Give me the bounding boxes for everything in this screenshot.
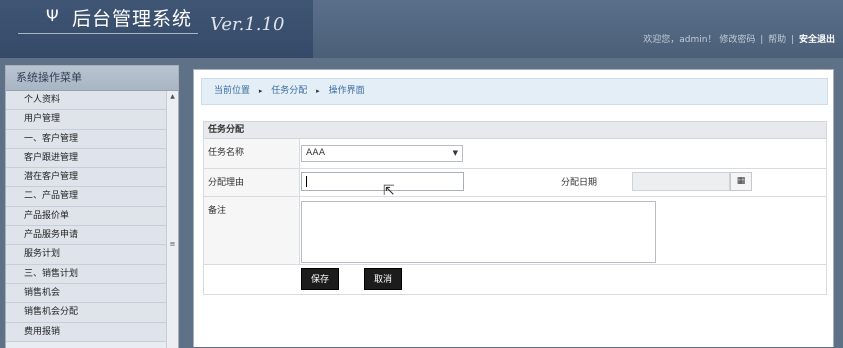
task-name-label: 任务名称 [208,148,245,158]
task-name-select[interactable]: AAA ▼ [301,145,463,162]
sidebar-item-customer-followup[interactable]: 客户跟进管理 [6,148,166,169]
logo-divider [18,33,198,34]
sidebar: 系统操作菜单 个人资料 用户管理 一、客户管理 客户跟进管理 潜在客户管理 二、… [5,65,179,348]
mouse-pointer-icon: ⇱ [383,183,395,199]
date-label: 分配日期 [561,178,598,188]
reason-label: 分配理由 [208,178,245,188]
sidebar-item-product-management[interactable]: 二、产品管理 [6,187,166,207]
button-row: 保存 取消 [203,265,827,295]
logo-area: Ψ 后台管理系统 Ver.1.10 [0,0,313,58]
sidebar-menu: 个人资料 用户管理 一、客户管理 客户跟进管理 潜在客户管理 二、产品管理 产品… [6,91,166,342]
change-password-link[interactable]: 修改密码 [719,35,755,45]
scroll-up-icon[interactable]: ▲ [167,93,178,100]
top-header: Ψ 后台管理系统 Ver.1.10 欢迎您，admin！ 修改密码 | 帮助 |… [0,0,843,58]
main-panel: 当前位置 ▸ 任务分配 ▸ 操作界面 任务分配 任务名称 AAA ▼ 分配理由 … [193,69,834,347]
sidebar-item-potential-customers[interactable]: 潜在客户管理 [6,168,166,188]
sidebar-item-service-plan[interactable]: 服务计划 [6,245,166,265]
form-heading: 任务分配 [203,121,827,139]
reason-row: 分配理由 分配日期 ▦ [203,169,827,197]
text-cursor [306,176,307,187]
sidebar-item-sales-opportunity[interactable]: 销售机会 [6,283,166,304]
breadcrumb-current-location[interactable]: 当前位置 [214,86,250,96]
sidebar-item-sales-plan[interactable]: 三、销售计划 [6,264,166,284]
version-label: Ver.1.10 [210,14,285,35]
breadcrumb: 当前位置 ▸ 任务分配 ▸ 操作界面 [201,78,828,105]
welcome-text: 欢迎您，admin！ [643,35,717,45]
logout-link[interactable]: 安全退出 [799,35,835,45]
sidebar-item-expense-reimbursement[interactable]: 费用报销 [6,322,166,342]
cancel-button[interactable]: 取消 [364,268,403,290]
task-name-selected-value: AAA [306,148,325,158]
sidebar-item-service-request[interactable]: 产品服务申请 [6,226,166,246]
breadcrumb-arrow-icon: ▸ [316,87,320,95]
date-input[interactable] [632,172,730,191]
system-title: 后台管理系统 [72,8,193,30]
calendar-icon[interactable]: ▦ [730,172,752,191]
note-textarea[interactable] [301,201,656,263]
top-links: 欢迎您，admin！ 修改密码 | 帮助 | 安全退出 [643,32,835,45]
task-name-row: 任务名称 AAA ▼ [203,139,827,169]
sidebar-item-user-management[interactable]: 用户管理 [6,110,166,130]
link-separator: | [791,35,795,45]
sidebar-title: 系统操作菜单 [6,66,178,91]
sidebar-item-product-quote[interactable]: 产品报价单 [6,206,166,227]
logo-icon: Ψ [46,6,59,25]
scroll-grip-icon[interactable]: ≡ [167,240,178,248]
breadcrumb-operation-page: 操作界面 [328,86,365,96]
sidebar-item-profile[interactable]: 个人资料 [6,91,166,111]
sidebar-item-opportunity-assignment[interactable]: 销售机会分配 [6,303,166,323]
help-link[interactable]: 帮助 [768,35,786,45]
link-separator: | [760,35,764,45]
breadcrumb-task-assignment[interactable]: 任务分配 [271,86,307,96]
chevron-down-icon: ▼ [452,149,458,157]
task-assignment-form: 任务分配 任务名称 AAA ▼ 分配理由 分配日期 ▦ 备注 保存 取消 [203,121,827,295]
sidebar-scrollbar[interactable]: ▲ ≡ [166,91,178,348]
breadcrumb-arrow-icon: ▸ [258,87,263,95]
save-button[interactable]: 保存 [301,268,340,290]
sidebar-item-customer-management[interactable]: 一、客户管理 [6,129,166,149]
note-label: 备注 [208,206,227,216]
note-row: 备注 [203,197,827,265]
